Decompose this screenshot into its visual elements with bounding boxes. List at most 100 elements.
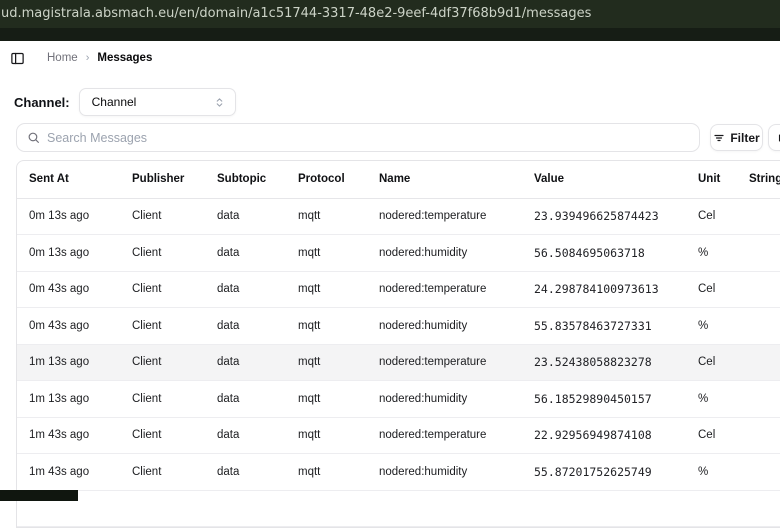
cell-unit: % bbox=[686, 307, 737, 345]
page-header: Home › Messages bbox=[0, 41, 780, 75]
column-header-subtopic: Subtopic bbox=[205, 161, 286, 199]
cell-value: 24.298784100973613 bbox=[522, 271, 686, 308]
cell-protocol bbox=[286, 490, 367, 527]
cell-subtopic: data bbox=[205, 453, 286, 491]
breadcrumb-home-link[interactable]: Home bbox=[47, 52, 78, 64]
cell-name: nodered:temperature bbox=[367, 271, 522, 308]
cell-sent-at: 0m 43s ago bbox=[17, 271, 120, 308]
cell-value: 56.18529890450157 bbox=[522, 380, 686, 418]
cell-string-value bbox=[737, 453, 780, 491]
cell-name: nodered:humidity bbox=[367, 234, 522, 272]
cell-unit: Cel bbox=[686, 344, 737, 381]
channel-select-value: Channel bbox=[91, 95, 137, 109]
cell-unit bbox=[686, 490, 737, 527]
table-row: 0m 43s ago Client data mqtt nodered:temperat… bbox=[17, 271, 780, 308]
search-input[interactable] bbox=[47, 130, 689, 145]
search-box bbox=[16, 123, 700, 152]
cell-protocol: mqtt bbox=[286, 198, 367, 235]
cell-sent-at: 1m 13s ago bbox=[17, 380, 120, 418]
cell-value: 22.92956949874108 bbox=[522, 417, 686, 454]
cell-value bbox=[522, 490, 686, 527]
cell-value: 55.87201752625749 bbox=[522, 453, 686, 491]
chevrons-up-down-icon bbox=[214, 97, 225, 108]
table-row: 0m 43s ago Client data mqtt nodered:humidity… bbox=[17, 307, 780, 345]
filter-lines-icon bbox=[713, 132, 725, 144]
cell-protocol: mqtt bbox=[286, 234, 367, 272]
cell-unit: % bbox=[686, 380, 737, 418]
cell-string-value bbox=[737, 198, 780, 235]
browser-url-text: ud.magistrala.absmach.eu/en/domain/a1c51… bbox=[1, 6, 592, 21]
table-row: 0m 13s ago Client data mqtt nodered:temperat… bbox=[17, 198, 780, 235]
cell-protocol: mqtt bbox=[286, 271, 367, 308]
browser-toolbar-strip bbox=[0, 28, 780, 41]
cell-value: 23.52438058823278 bbox=[522, 344, 686, 381]
cell-sent-at: 1m 13s ago bbox=[17, 344, 120, 381]
cell-name: nodered:humidity bbox=[367, 453, 522, 491]
cell-publisher: Client bbox=[120, 271, 205, 308]
cell-subtopic: data bbox=[205, 198, 286, 235]
sidebar-toggle-icon[interactable] bbox=[9, 50, 25, 66]
cell-name: nodered:temperature bbox=[367, 344, 522, 381]
breadcrumb-separator-icon: › bbox=[85, 52, 90, 64]
cell-name bbox=[367, 490, 522, 527]
table-header-row: Sent At Publisher Subtopic Protocol Name Valu… bbox=[17, 161, 780, 199]
cell-publisher: Client bbox=[120, 380, 205, 418]
cell-unit: % bbox=[686, 453, 737, 491]
filter-button[interactable]: Filter bbox=[710, 124, 763, 151]
cell-sent-at: 0m 13s ago bbox=[17, 198, 120, 235]
channel-row: Channel: Channel bbox=[14, 88, 236, 116]
column-header-name: Name bbox=[367, 161, 522, 199]
table-row: 1m 13s ago Client data mqtt nodered:humidity… bbox=[17, 380, 780, 418]
cell-publisher: Client bbox=[120, 344, 205, 381]
cell-subtopic: data bbox=[205, 344, 286, 381]
breadcrumb-current: Messages bbox=[97, 52, 153, 64]
channel-label: Channel: bbox=[14, 94, 70, 110]
cell-name: nodered:humidity bbox=[367, 380, 522, 418]
table-row bbox=[17, 490, 780, 527]
messages-table: Sent At Publisher Subtopic Protocol Name Valu… bbox=[16, 160, 780, 528]
cell-protocol: mqtt bbox=[286, 380, 367, 418]
cell-unit: % bbox=[686, 234, 737, 272]
browser-url-bar[interactable]: ud.magistrala.absmach.eu/en/domain/a1c51… bbox=[0, 0, 780, 28]
cell-string-value bbox=[737, 490, 780, 527]
cell-protocol: mqtt bbox=[286, 344, 367, 381]
cell-value: 56.5084695063718 bbox=[522, 234, 686, 272]
cell-publisher: Client bbox=[120, 198, 205, 235]
cell-subtopic: data bbox=[205, 234, 286, 272]
cell-unit: Cel bbox=[686, 198, 737, 235]
cell-protocol: mqtt bbox=[286, 417, 367, 454]
breadcrumb: Home › Messages bbox=[47, 52, 152, 64]
cell-string-value bbox=[737, 234, 780, 272]
cell-publisher: Client bbox=[120, 453, 205, 491]
cell-publisher: Client bbox=[120, 307, 205, 345]
cell-protocol: mqtt bbox=[286, 453, 367, 491]
cell-unit: Cel bbox=[686, 271, 737, 308]
messages-page: { "browser": { "url": "ud.magistrala.abs… bbox=[0, 0, 780, 528]
cell-protocol: mqtt bbox=[286, 307, 367, 345]
cell-sent-at: 0m 43s ago bbox=[17, 307, 120, 345]
cell-sent-at: 1m 43s ago bbox=[17, 417, 120, 454]
cell-subtopic: data bbox=[205, 271, 286, 308]
table-row: 1m 43s ago Client data mqtt nodered:temperat… bbox=[17, 417, 780, 454]
filter-button-label: Filter bbox=[730, 130, 760, 145]
column-header-sent-at: Sent At bbox=[17, 161, 120, 199]
column-header-string-value: String Value bbox=[737, 161, 780, 199]
cell-name: nodered:temperature bbox=[367, 198, 522, 235]
cell-sent-at: 0m 13s ago bbox=[17, 234, 120, 272]
cell-publisher: Client bbox=[120, 234, 205, 272]
cell-subtopic: data bbox=[205, 380, 286, 418]
column-header-value: Value bbox=[522, 161, 686, 199]
cell-subtopic: data bbox=[205, 307, 286, 345]
cell-string-value bbox=[737, 417, 780, 454]
column-header-unit: Unit bbox=[686, 161, 737, 199]
browser-status-overlay bbox=[0, 490, 78, 501]
column-header-protocol: Protocol bbox=[286, 161, 367, 199]
channel-select[interactable]: Channel bbox=[78, 88, 236, 116]
cell-value: 23.939496625874423 bbox=[522, 198, 686, 235]
columns-button-partial[interactable] bbox=[768, 124, 780, 151]
cell-subtopic: data bbox=[205, 417, 286, 454]
column-header-publisher: Publisher bbox=[120, 161, 205, 199]
cell-string-value bbox=[737, 271, 780, 308]
cell-subtopic bbox=[205, 490, 286, 527]
cell-name: nodered:humidity bbox=[367, 307, 522, 345]
